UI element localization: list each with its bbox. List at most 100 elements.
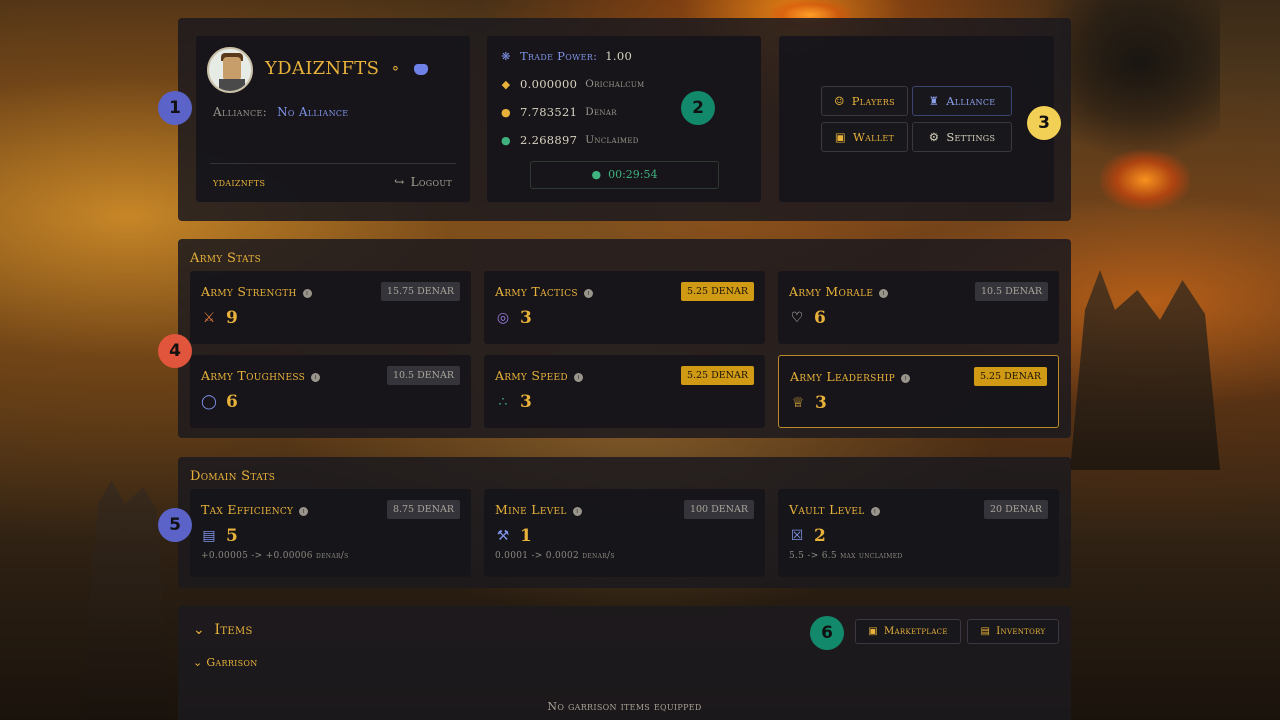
annotation-badge-6: 6 — [810, 616, 844, 650]
info-icon[interactable]: i — [583, 289, 593, 298]
actions-card: ☺ Players ♜ Alliance ▣ Wallet ⚙ Settings — [779, 36, 1054, 202]
stat-name: Army Toughness i — [201, 368, 321, 383]
stat-card-army-speed[interactable]: Army Speed i 5.25 DENAR ∴ 3 — [484, 355, 765, 428]
alliance-value[interactable]: No Alliance — [277, 105, 348, 119]
info-icon[interactable]: i — [299, 507, 309, 516]
stat-value: ♡ 6 — [790, 308, 826, 328]
logout-button[interactable]: ↪ Logout — [394, 175, 452, 189]
upgrade-cost-button[interactable]: 8.75 DENAR — [386, 500, 460, 519]
info-icon[interactable]: i — [879, 289, 889, 298]
upgrade-cost-button[interactable]: 5.25 DENAR — [973, 367, 1047, 386]
stat-name: Army Speed i — [495, 368, 583, 383]
stat-card-army-strength[interactable]: Army Strength i 15.75 DENAR ⚔ 9 — [190, 271, 471, 344]
inventory-label: Inventory — [996, 626, 1046, 637]
trade-power-label: Trade Power: — [520, 49, 598, 63]
stat-value: ⚒ 1 — [496, 526, 532, 546]
background-castle — [1070, 270, 1220, 470]
trade-power-value: 1.00 — [605, 49, 633, 63]
castle-icon: ♜ — [928, 94, 940, 108]
denar-row: ● 7.783521 Denar — [500, 105, 617, 119]
annotation-badge-4: 4 — [158, 334, 192, 368]
annotation-badge-5: 5 — [158, 508, 192, 542]
unclaimed-row: ● 2.268897 Unclaimed — [500, 133, 639, 147]
profile-card: YDAIZNFTS ⚬ Alliance: No Alliance ydaizn… — [196, 36, 470, 202]
marketplace-button[interactable]: ▣ Marketplace — [855, 619, 961, 644]
wallet-button[interactable]: ▣ Wallet — [821, 122, 908, 152]
account-name: ydaiznfts — [213, 176, 266, 189]
settings-button[interactable]: ⚙ Settings — [912, 122, 1012, 152]
scroll-icon: ▤ — [980, 626, 991, 637]
upgrade-cost-button[interactable]: 15.75 DENAR — [380, 282, 460, 301]
garrison-toggle[interactable]: ⌄ Garrison — [193, 656, 258, 669]
info-icon[interactable]: i — [311, 373, 321, 382]
settings-label: Settings — [946, 130, 996, 144]
stat-value: ☒ 2 — [790, 526, 826, 546]
divider — [210, 163, 456, 164]
claim-timer-button[interactable]: ● 00:29:54 — [530, 161, 719, 189]
username: YDAIZNFTS — [265, 58, 380, 79]
stat-card-vault-level[interactable]: Vault Level i 20 DENAR ☒ 2 5.5 -> 6.5 max … — [778, 489, 1059, 577]
stat-change: 0.0001 -> 0.0002 denar/s — [495, 551, 615, 561]
army-stats-panel: Army Stats Army Strength i 15.75 DENAR ⚔ 9… — [178, 239, 1071, 438]
book-icon: ▤ — [202, 528, 216, 544]
background-castle — [80, 480, 170, 720]
denar-value: 7.783521 — [520, 105, 578, 119]
trade-power-row: ❋ Trade Power: 1.00 — [500, 49, 632, 63]
stat-card-mine-level[interactable]: Mine Level i 100 DENAR ⚒ 1 0.0001 -> 0.000… — [484, 489, 765, 577]
stat-name: Tax Efficiency i — [201, 502, 309, 517]
stat-name: Army Leadership i — [790, 369, 910, 384]
items-toggle[interactable]: ⌄ Items — [193, 622, 253, 638]
annotation-badge-1: 1 — [158, 91, 192, 125]
items-panel: ⌄ Items ⌄ Garrison ▣ Marketplace ▤ Invento… — [178, 606, 1071, 720]
resources-card: ❋ Trade Power: 1.00 ◆ 0.000000 Orichalcu… — [487, 36, 761, 202]
alliance-button[interactable]: ♜ Alliance — [912, 86, 1012, 116]
stat-name: Mine Level i — [495, 502, 582, 517]
pickaxe-icon: ⚒ — [496, 528, 510, 544]
stat-value: ♕ 3 — [791, 393, 827, 413]
stat-change: +0.00005 -> +0.00006 denar/s — [201, 551, 349, 561]
stat-value: ◯ 6 — [201, 392, 238, 412]
footprints-icon: ∴ — [498, 394, 508, 410]
avatar[interactable] — [207, 47, 253, 93]
wallet-icon: ▣ — [834, 130, 846, 144]
share-icon[interactable]: ⚬ — [390, 62, 401, 77]
logout-icon: ↪ — [394, 175, 405, 189]
info-icon[interactable]: i — [572, 507, 582, 516]
marketplace-label: Marketplace — [883, 626, 948, 637]
background-fire — [1100, 150, 1190, 210]
stat-value: ∴ 3 — [495, 392, 532, 412]
upgrade-cost-button[interactable]: 10.5 DENAR — [974, 282, 1048, 301]
alliance-info: Alliance: No Alliance — [213, 105, 348, 119]
upgrade-cost-button[interactable]: 5.25 DENAR — [680, 282, 754, 301]
upgrade-cost-button[interactable]: 5.25 DENAR — [680, 366, 754, 385]
empty-state-message: No garrison items equipped — [547, 700, 702, 713]
info-icon[interactable]: i — [870, 507, 880, 516]
sword-icon: ⚔ — [202, 310, 216, 326]
crown-icon: ♕ — [791, 395, 805, 411]
gear-icon: ❋ — [501, 49, 511, 63]
orichalcum-value: 0.000000 — [520, 77, 578, 91]
info-icon[interactable]: i — [901, 374, 910, 383]
discord-icon[interactable] — [414, 64, 428, 75]
chevron-down-icon: ⌄ — [193, 622, 206, 638]
upgrade-cost-button[interactable]: 10.5 DENAR — [386, 366, 460, 385]
inventory-button[interactable]: ▤ Inventory — [967, 619, 1059, 644]
upgrade-cost-button[interactable]: 20 DENAR — [984, 500, 1048, 519]
stat-name: Army Strength i — [201, 284, 312, 299]
section-title: Domain Stats — [190, 469, 276, 484]
stat-card-army-toughness[interactable]: Army Toughness i 10.5 DENAR ◯ 6 — [190, 355, 471, 428]
wallet-label: Wallet — [852, 130, 895, 144]
chevron-down-icon: ⌄ — [193, 656, 203, 669]
stat-card-tax-efficiency[interactable]: Tax Efficiency i 8.75 DENAR ▤ 5 +0.00005 -… — [190, 489, 471, 577]
info-icon[interactable]: i — [573, 373, 583, 382]
orichalcum-unit: Orichalcum — [585, 78, 645, 90]
players-button[interactable]: ☺ Players — [821, 86, 908, 116]
stat-card-army-tactics[interactable]: Army Tactics i 5.25 DENAR ◎ 3 — [484, 271, 765, 344]
section-title: Army Stats — [190, 251, 262, 266]
info-icon[interactable]: i — [302, 289, 312, 298]
stat-card-army-morale[interactable]: Army Morale i 10.5 DENAR ♡ 6 — [778, 271, 1059, 344]
upgrade-cost-button[interactable]: 100 DENAR — [683, 500, 754, 519]
orichalcum-row: ◆ 0.000000 Orichalcum — [500, 77, 645, 91]
stat-card-army-leadership[interactable]: Army Leadership i 5.25 DENAR ♕ 3 — [778, 355, 1059, 428]
coins-icon: ● — [501, 133, 511, 147]
